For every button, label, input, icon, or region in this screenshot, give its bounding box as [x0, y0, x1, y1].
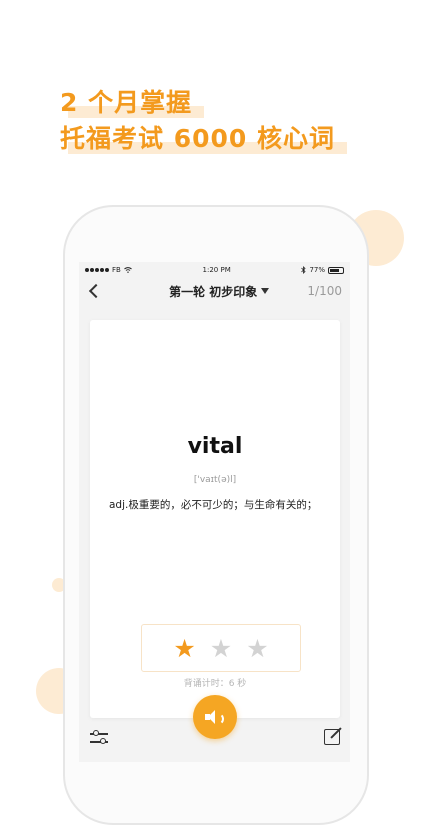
wifi-icon — [123, 267, 132, 273]
back-icon[interactable] — [88, 283, 104, 299]
marketing-headline: 2 个月掌握 托福考试 6000 核心词 — [60, 86, 347, 158]
headline-line-2: 托福考试 6000 核心词 — [60, 122, 347, 156]
star-icon-1[interactable]: ★ — [173, 636, 195, 661]
status-bar: FB 1:20 PM 77% — [79, 262, 350, 278]
caret-down-icon — [261, 288, 270, 294]
word-card[interactable]: vital ['vaɪt(ə)l] adj.极重要的，必不可少的；与生命有关的；… — [90, 320, 340, 718]
familiarity-rating[interactable]: ★ ★ ★ — [141, 624, 301, 672]
star-icon-2[interactable]: ★ — [210, 636, 232, 661]
nav-title: 第一轮 初步印象 — [169, 284, 258, 299]
word-phonetic: ['vaɪt(ə)l] — [193, 475, 237, 485]
round-selector[interactable]: 第一轮 初步印象 — [169, 283, 270, 300]
edit-icon[interactable] — [324, 729, 340, 745]
nav-bar: 第一轮 初步印象 1/100 — [79, 278, 350, 304]
status-time: 1:20 PM — [202, 266, 231, 274]
word-title: vital — [187, 434, 243, 459]
battery-percent: 77% — [309, 266, 325, 274]
app-screen: FB 1:20 PM 77% 第一轮 初步印象 1/100 vital ['va… — [79, 262, 350, 762]
pronounce-button[interactable] — [193, 695, 237, 739]
battery-icon — [328, 266, 344, 274]
carrier-label: FB — [112, 266, 121, 274]
speaker-icon — [205, 709, 225, 725]
signal-icon — [85, 268, 109, 272]
bluetooth-icon — [301, 266, 307, 274]
memorize-timer: 背诵计时：6 秒 — [183, 679, 247, 689]
star-icon-3[interactable]: ★ — [246, 636, 268, 661]
filter-icon[interactable] — [90, 730, 108, 746]
headline-line-1: 2 个月掌握 — [60, 86, 205, 120]
progress-count: 1/100 — [307, 284, 342, 298]
word-definition: adj.极重要的，必不可少的；与生命有关的； — [109, 499, 318, 511]
